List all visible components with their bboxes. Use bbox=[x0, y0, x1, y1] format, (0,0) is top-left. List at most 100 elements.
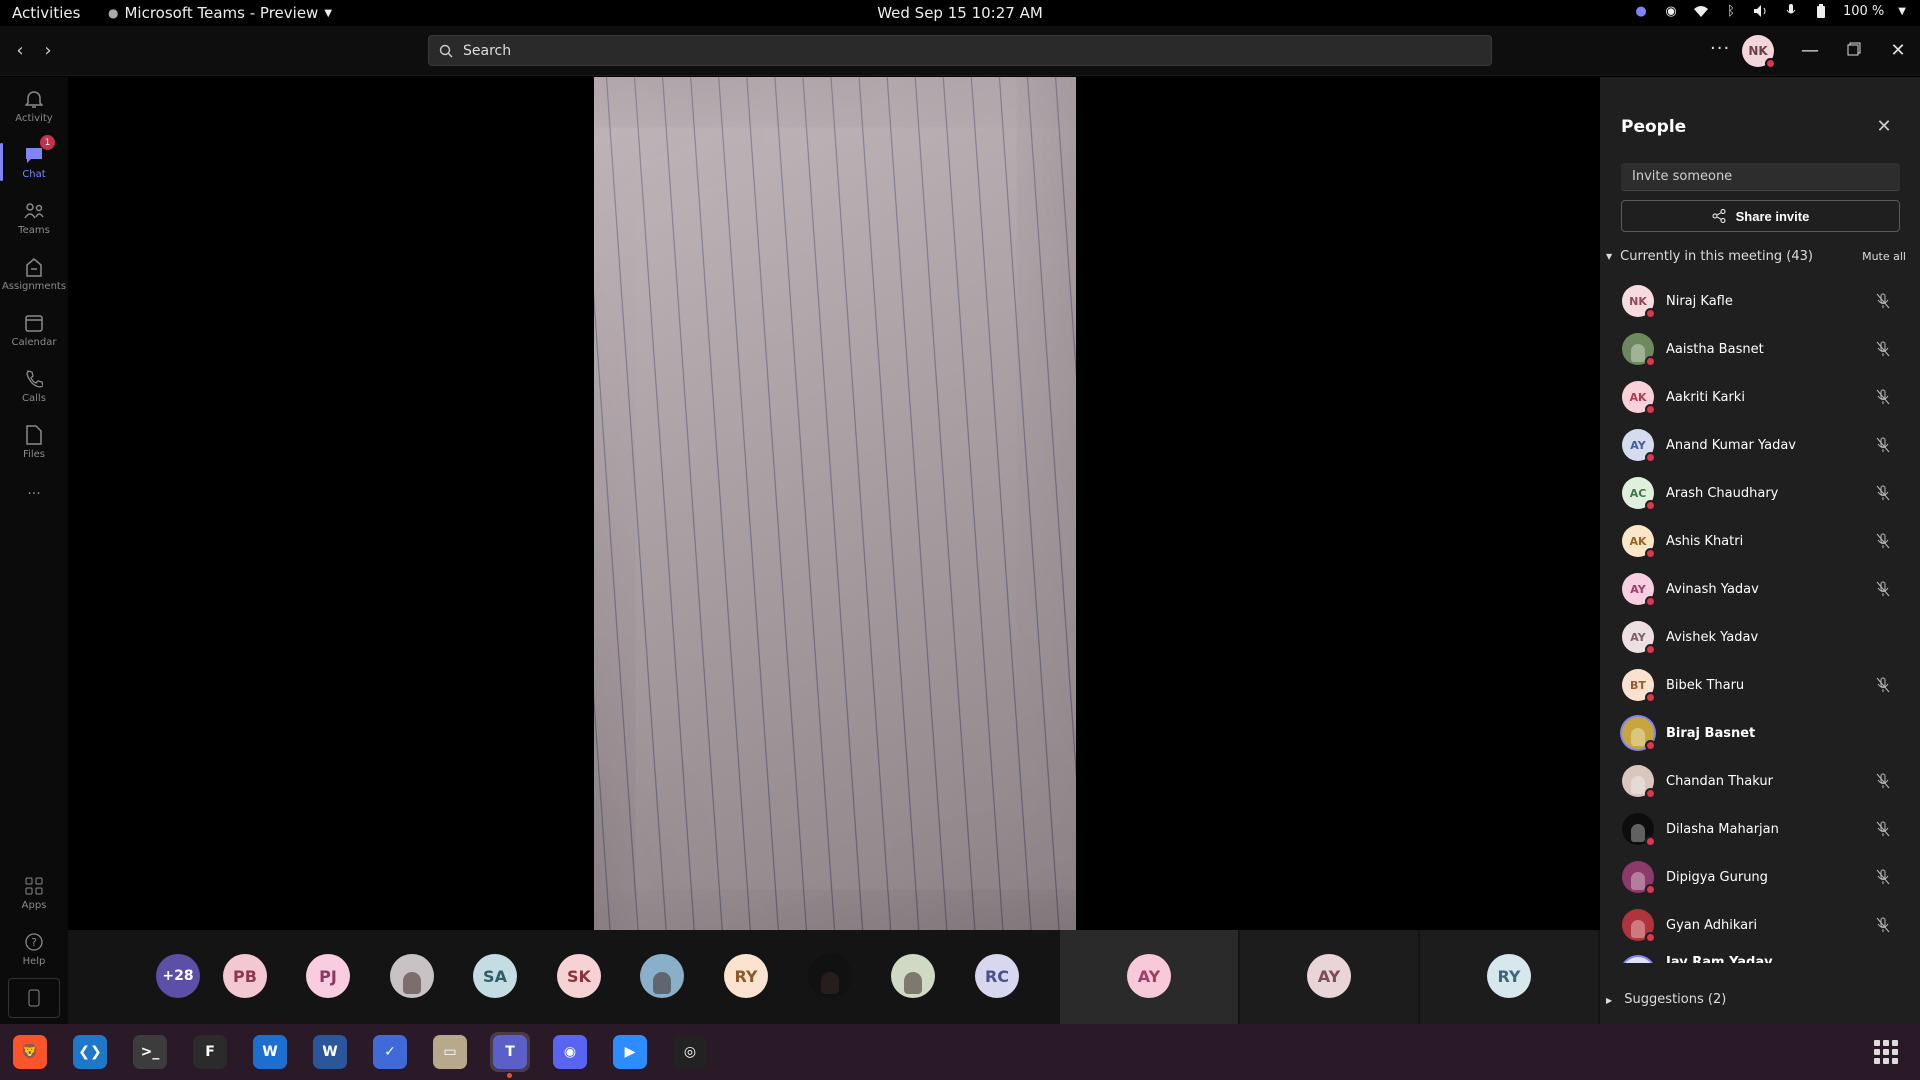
status-dot bbox=[1645, 452, 1656, 463]
in-meeting-section-header[interactable]: ▼ Currently in this meeting (43) Mute al… bbox=[1606, 246, 1906, 266]
participant-photo-avatar[interactable] bbox=[640, 954, 684, 998]
participant-row[interactable]: Chandan Thakur bbox=[1600, 757, 1920, 805]
participant-row[interactable]: BT Bibek Tharu bbox=[1600, 661, 1920, 709]
participant-avatar[interactable]: PJ bbox=[306, 954, 350, 998]
microphone-muted-icon[interactable] bbox=[1872, 290, 1894, 312]
participant-photo-avatar[interactable] bbox=[808, 954, 852, 998]
teams-icon[interactable]: T bbox=[490, 1032, 530, 1078]
participant-avatar[interactable]: RY bbox=[724, 954, 768, 998]
participant-row[interactable]: AK Aakriti Karki bbox=[1600, 373, 1920, 421]
microphone-muted-icon[interactable] bbox=[1872, 530, 1894, 552]
mute-all-button[interactable]: Mute all bbox=[1862, 250, 1906, 263]
avatar-initials: AY bbox=[1630, 438, 1646, 452]
participant-tile[interactable]: RY bbox=[1420, 930, 1598, 1024]
shared-video-feed[interactable] bbox=[594, 77, 1076, 930]
system-tray[interactable]: ● ◉ ᛒ 100 % ▼ bbox=[1633, 3, 1906, 19]
participant-avatar[interactable]: SK bbox=[557, 954, 601, 998]
participant-row[interactable]: AC Arash Chaudhary bbox=[1600, 469, 1920, 517]
invite-someone-input[interactable] bbox=[1621, 163, 1900, 191]
close-window-icon[interactable]: ✕ bbox=[1886, 39, 1910, 63]
rail-item-files[interactable]: Files bbox=[0, 415, 68, 469]
search-input[interactable]: Search bbox=[428, 35, 1492, 66]
word-icon[interactable]: W bbox=[310, 1032, 350, 1072]
apps-icon bbox=[23, 875, 45, 897]
rail-item-activity[interactable]: Activity bbox=[0, 79, 68, 133]
minimize-icon[interactable]: — bbox=[1798, 39, 1822, 63]
participant-photo-avatar[interactable] bbox=[891, 954, 935, 998]
brave-browser-icon[interactable]: 🦁 bbox=[10, 1032, 50, 1072]
profile-avatar[interactable]: NK bbox=[1742, 35, 1776, 69]
participant-tile[interactable]: AY bbox=[1060, 930, 1238, 1024]
microphone-muted-icon[interactable] bbox=[1872, 482, 1894, 504]
microphone-muted-icon[interactable] bbox=[1872, 386, 1894, 408]
rail-item-assignments[interactable]: Assignments bbox=[0, 247, 68, 301]
rail-item-apps[interactable]: Apps bbox=[0, 866, 68, 920]
participant-avatar[interactable]: SA bbox=[473, 954, 517, 998]
forward-arrow-icon[interactable]: › bbox=[38, 41, 58, 61]
zoom-icon[interactable]: ▶ bbox=[610, 1032, 650, 1072]
terminal-icon[interactable]: >_ bbox=[130, 1032, 170, 1072]
participant-row[interactable]: AY Avinash Yadav bbox=[1600, 565, 1920, 613]
participant-row[interactable]: Aaistha Basnet bbox=[1600, 325, 1920, 373]
participant-row[interactable]: Gyan Adhikari bbox=[1600, 901, 1920, 949]
microphone-muted-icon[interactable] bbox=[1872, 578, 1894, 600]
microphone-muted-icon[interactable] bbox=[1872, 338, 1894, 360]
participant-row[interactable]: AY Anand Kumar Yadav bbox=[1600, 421, 1920, 469]
vscode-icon[interactable]: ❮❯ bbox=[70, 1032, 110, 1072]
app-glyph: T bbox=[493, 1035, 527, 1069]
participant-avatar[interactable]: PB bbox=[223, 954, 267, 998]
chevron-down-icon: ▼ bbox=[1898, 5, 1906, 17]
participant-tile[interactable]: AY bbox=[1240, 930, 1418, 1024]
activities-button[interactable]: Activities bbox=[12, 4, 80, 22]
discord-icon[interactable]: ◉ bbox=[550, 1032, 590, 1072]
participant-row[interactable]: AY Avishek Yadav bbox=[1600, 613, 1920, 661]
taskbar-dock: 🦁 ❮❯ >_ F W W ✓ ▭ T ◉ ▶ ◎ bbox=[0, 1024, 1920, 1080]
participant-photo-avatar[interactable] bbox=[390, 954, 434, 998]
participant-row[interactable]: Biraj Basnet bbox=[1600, 709, 1920, 757]
presenter-icon[interactable] bbox=[1872, 962, 1894, 963]
participant-row[interactable]: NK Niraj Kafle bbox=[1600, 277, 1920, 325]
battery-icon bbox=[1813, 3, 1829, 19]
rail-more-button[interactable]: ··· bbox=[0, 467, 68, 521]
avatar-initials: RY bbox=[734, 966, 758, 986]
files-icon[interactable]: ▭ bbox=[430, 1032, 470, 1072]
todo-icon[interactable]: ✓ bbox=[370, 1032, 410, 1072]
rail-item-calls[interactable]: Calls bbox=[0, 359, 68, 413]
participant-row[interactable]: Dilasha Maharjan bbox=[1600, 805, 1920, 853]
more-options-icon[interactable]: ··· bbox=[1710, 38, 1730, 59]
svg-text:?: ? bbox=[31, 936, 37, 949]
rail-item-calendar[interactable]: Calendar bbox=[0, 303, 68, 357]
microphone-muted-icon[interactable] bbox=[1872, 914, 1894, 936]
back-arrow-icon[interactable]: ‹ bbox=[10, 41, 30, 61]
avatar-initials: RY bbox=[1497, 966, 1521, 986]
edge-icon[interactable]: W bbox=[250, 1032, 290, 1072]
microphone-muted-icon[interactable] bbox=[1872, 866, 1894, 888]
clock[interactable]: Wed Sep 15 10:27 AM bbox=[877, 4, 1043, 22]
suggestions-section-header[interactable]: ▶ Suggestions (2) bbox=[1606, 992, 1726, 1007]
rail-label: Files bbox=[23, 449, 45, 460]
rail-item-teams[interactable]: Teams bbox=[0, 191, 68, 245]
participant-avatar[interactable]: RC bbox=[975, 954, 1019, 998]
participant-row[interactable]: AK Ashis Khatri bbox=[1600, 517, 1920, 565]
share-invite-button[interactable]: Share invite bbox=[1621, 200, 1900, 232]
overflow-participants-button[interactable]: +28 bbox=[156, 954, 200, 998]
microphone-muted-icon[interactable] bbox=[1872, 434, 1894, 456]
app-menu[interactable]: ● Microsoft Teams - Preview ▼ bbox=[108, 4, 332, 22]
microphone-muted-icon[interactable] bbox=[1872, 818, 1894, 840]
participant-row[interactable]: Dipigya Gurung bbox=[1600, 853, 1920, 901]
teams-tray-icon[interactable]: ● bbox=[1633, 3, 1649, 19]
close-icon[interactable]: ✕ bbox=[1872, 115, 1896, 139]
discord-tray-icon[interactable]: ◉ bbox=[1663, 3, 1679, 19]
obs-icon[interactable]: ◎ bbox=[670, 1032, 710, 1072]
rail-item-help[interactable]: ? Help bbox=[0, 922, 68, 976]
restore-icon[interactable] bbox=[1842, 39, 1866, 63]
participant-row[interactable]: JYJay Ram YadavOrganizer bbox=[1600, 949, 1920, 963]
avatar-initials: BT bbox=[1630, 678, 1646, 692]
participant-photo-avatar bbox=[1622, 861, 1656, 895]
microphone-muted-icon[interactable] bbox=[1872, 674, 1894, 696]
rail-item-chat[interactable]: 1 Chat bbox=[0, 135, 68, 189]
show-applications-icon[interactable] bbox=[1874, 1040, 1898, 1064]
figma-icon[interactable]: F bbox=[190, 1032, 230, 1072]
microphone-muted-icon[interactable] bbox=[1872, 770, 1894, 792]
mobile-device-button[interactable] bbox=[8, 978, 60, 1018]
